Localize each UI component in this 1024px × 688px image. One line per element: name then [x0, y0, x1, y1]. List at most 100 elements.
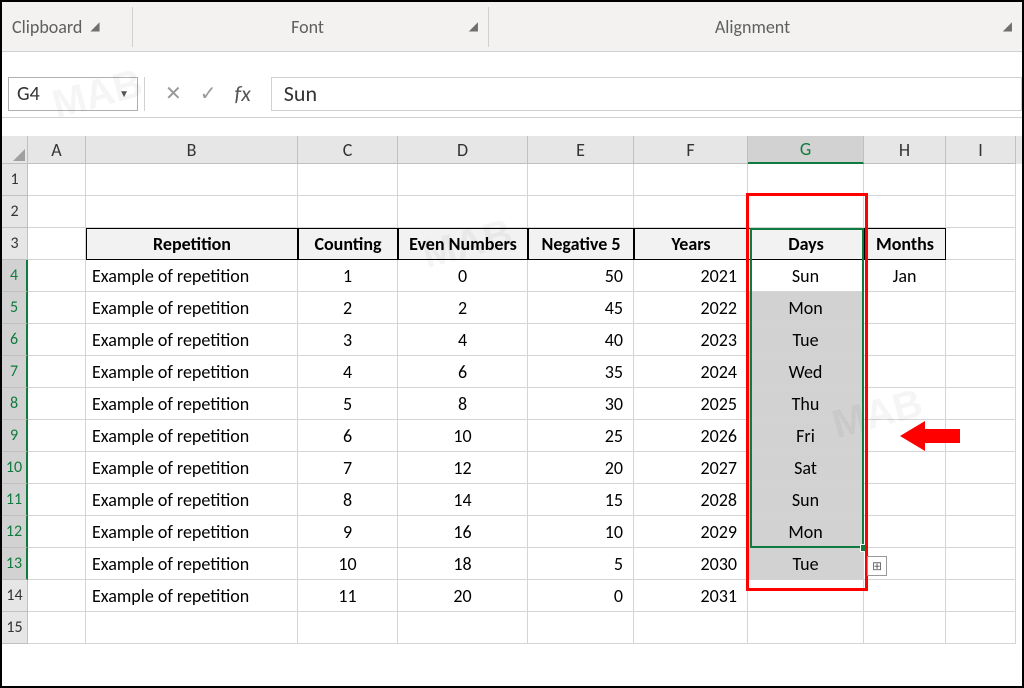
- cell-F7[interactable]: 2024: [634, 356, 748, 388]
- cell-B5[interactable]: Example of repetition: [86, 292, 298, 324]
- cell-F6[interactable]: 2023: [634, 324, 748, 356]
- cell-D8[interactable]: 8: [398, 388, 528, 420]
- row-header[interactable]: 15: [2, 612, 28, 644]
- cell-I2[interactable]: [946, 196, 1016, 228]
- cell-G11[interactable]: Sun: [748, 484, 864, 516]
- cell-I5[interactable]: [946, 292, 1016, 324]
- cell-B10[interactable]: Example of repetition: [86, 452, 298, 484]
- column-header-H[interactable]: H: [864, 136, 946, 164]
- cell-A12[interactable]: [28, 516, 86, 548]
- cell-G3[interactable]: Days: [748, 228, 864, 260]
- cell-B4[interactable]: Example of repetition: [86, 260, 298, 292]
- cell-C2[interactable]: [298, 196, 398, 228]
- name-box-dropdown-icon[interactable]: ▼: [119, 87, 129, 100]
- cell-D4[interactable]: 0: [398, 260, 528, 292]
- cell-A8[interactable]: [28, 388, 86, 420]
- cell-I6[interactable]: [946, 324, 1016, 356]
- cell-G1[interactable]: [748, 164, 864, 196]
- cell-F4[interactable]: 2021: [634, 260, 748, 292]
- cancel-icon[interactable]: ✕: [165, 81, 182, 106]
- cell-I11[interactable]: [946, 484, 1016, 516]
- cell-F8[interactable]: 2025: [634, 388, 748, 420]
- cell-D3[interactable]: Even Numbers: [398, 228, 528, 260]
- cell-H4[interactable]: Jan: [864, 260, 946, 292]
- cell-A14[interactable]: [28, 580, 86, 612]
- cell-G6[interactable]: Tue: [748, 324, 864, 356]
- cell-G4[interactable]: Sun: [748, 260, 864, 292]
- cell-F5[interactable]: 2022: [634, 292, 748, 324]
- cell-I13[interactable]: [946, 548, 1016, 580]
- cell-I3[interactable]: [946, 228, 1016, 260]
- cell-I4[interactable]: [946, 260, 1016, 292]
- cell-C9[interactable]: 6: [298, 420, 398, 452]
- row-header[interactable]: 9: [2, 420, 28, 452]
- formula-input[interactable]: Sun: [271, 77, 1022, 111]
- cell-F1[interactable]: [634, 164, 748, 196]
- column-header-A[interactable]: A: [28, 136, 86, 164]
- font-dialog-launcher-icon[interactable]: ◢: [467, 17, 480, 36]
- cell-G10[interactable]: Sat: [748, 452, 864, 484]
- cell-E3[interactable]: Negative 5: [528, 228, 634, 260]
- cell-E13[interactable]: 5: [528, 548, 634, 580]
- clipboard-dialog-launcher-icon[interactable]: ◢: [88, 17, 101, 36]
- cell-F2[interactable]: [634, 196, 748, 228]
- cell-A1[interactable]: [28, 164, 86, 196]
- cell-C14[interactable]: 11: [298, 580, 398, 612]
- cell-E7[interactable]: 35: [528, 356, 634, 388]
- cell-B11[interactable]: Example of repetition: [86, 484, 298, 516]
- cell-C1[interactable]: [298, 164, 398, 196]
- cell-B7[interactable]: Example of repetition: [86, 356, 298, 388]
- row-header[interactable]: 4: [2, 260, 28, 292]
- cell-C5[interactable]: 2: [298, 292, 398, 324]
- cell-B2[interactable]: [86, 196, 298, 228]
- row-header[interactable]: 11: [2, 484, 28, 516]
- cell-G15[interactable]: [748, 612, 864, 644]
- cell-B15[interactable]: [86, 612, 298, 644]
- cell-A15[interactable]: [28, 612, 86, 644]
- row-header[interactable]: 3: [2, 228, 28, 260]
- cell-F14[interactable]: 2031: [634, 580, 748, 612]
- cell-D9[interactable]: 10: [398, 420, 528, 452]
- cell-D15[interactable]: [398, 612, 528, 644]
- name-box[interactable]: G4 ▼: [8, 77, 138, 111]
- cell-H3[interactable]: Months: [864, 228, 946, 260]
- cell-A5[interactable]: [28, 292, 86, 324]
- cell-I14[interactable]: [946, 580, 1016, 612]
- cell-G13[interactable]: Tue: [748, 548, 864, 580]
- column-header-G[interactable]: G: [748, 136, 864, 164]
- cell-E15[interactable]: [528, 612, 634, 644]
- cell-H1[interactable]: [864, 164, 946, 196]
- cell-A6[interactable]: [28, 324, 86, 356]
- cell-D11[interactable]: 14: [398, 484, 528, 516]
- cell-G7[interactable]: Wed: [748, 356, 864, 388]
- alignment-dialog-launcher-icon[interactable]: ◢: [1001, 17, 1014, 36]
- cell-E6[interactable]: 40: [528, 324, 634, 356]
- cell-G12[interactable]: Mon: [748, 516, 864, 548]
- fx-icon[interactable]: fx: [235, 80, 251, 107]
- cell-A7[interactable]: [28, 356, 86, 388]
- cell-C3[interactable]: Counting: [298, 228, 398, 260]
- cell-B1[interactable]: [86, 164, 298, 196]
- column-header-C[interactable]: C: [298, 136, 398, 164]
- cell-C10[interactable]: 7: [298, 452, 398, 484]
- cell-D12[interactable]: 16: [398, 516, 528, 548]
- cell-I15[interactable]: [946, 612, 1016, 644]
- cell-D14[interactable]: 20: [398, 580, 528, 612]
- cell-A3[interactable]: [28, 228, 86, 260]
- cell-A9[interactable]: [28, 420, 86, 452]
- cell-C8[interactable]: 5: [298, 388, 398, 420]
- cell-B13[interactable]: Example of repetition: [86, 548, 298, 580]
- cell-E4[interactable]: 50: [528, 260, 634, 292]
- autofill-options-icon[interactable]: ⊞: [867, 556, 887, 576]
- cell-C6[interactable]: 3: [298, 324, 398, 356]
- cell-E2[interactable]: [528, 196, 634, 228]
- cell-G9[interactable]: Fri: [748, 420, 864, 452]
- cell-D2[interactable]: [398, 196, 528, 228]
- cell-D7[interactable]: 6: [398, 356, 528, 388]
- cell-F3[interactable]: Years: [634, 228, 748, 260]
- cell-H14[interactable]: [864, 580, 946, 612]
- row-header[interactable]: 2: [2, 196, 28, 228]
- enter-icon[interactable]: ✓: [200, 81, 217, 106]
- cell-A10[interactable]: [28, 452, 86, 484]
- cell-F11[interactable]: 2028: [634, 484, 748, 516]
